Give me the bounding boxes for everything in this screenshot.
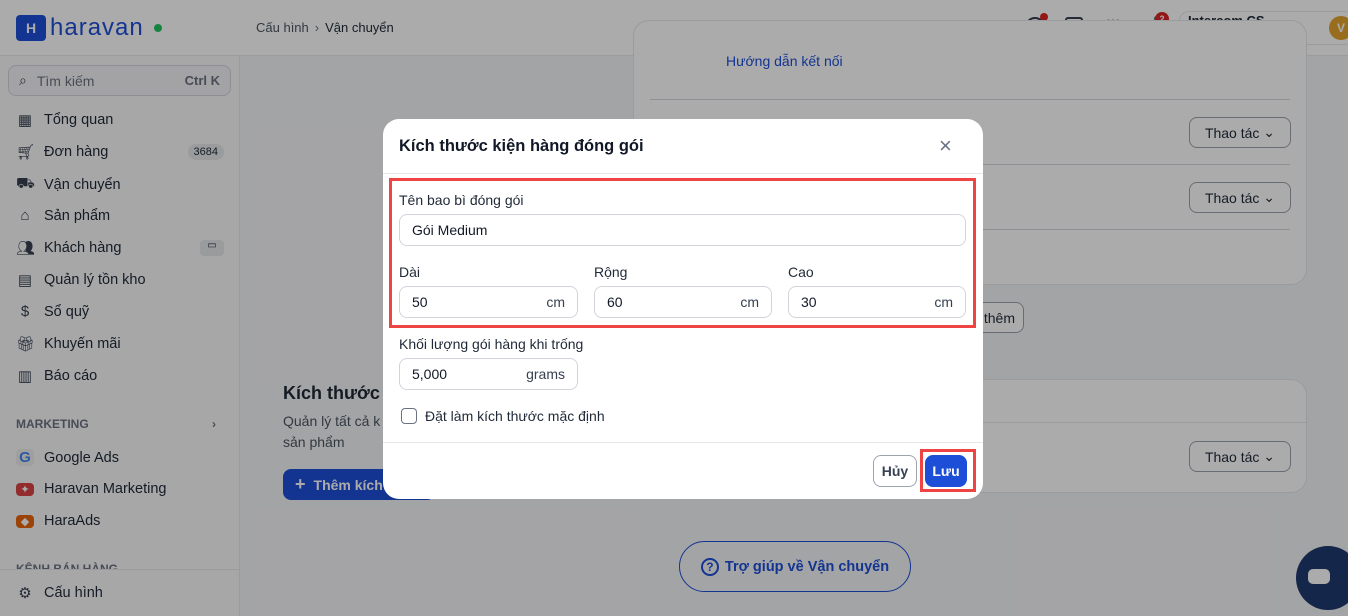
width-value: 60	[607, 294, 623, 310]
divider	[383, 173, 983, 174]
save-label: Lưu	[932, 463, 960, 479]
weight-value: 5,000	[412, 366, 448, 382]
weight-label: Khối lượng gói hàng khi trống	[399, 336, 584, 352]
length-value: 50	[412, 294, 428, 310]
unit-label: cm	[546, 294, 565, 310]
close-icon[interactable]: ×	[939, 133, 952, 159]
height-input[interactable]: 30 cm	[788, 286, 966, 318]
unit-label: cm	[740, 294, 759, 310]
length-label: Dài	[399, 264, 421, 280]
modal-title: Kích thước kiện hàng đóng gói	[399, 137, 644, 155]
checkbox-label: Đặt làm kích thước mặc định	[425, 408, 605, 424]
checkbox-box[interactable]	[401, 408, 417, 424]
default-size-checkbox[interactable]: Đặt làm kích thước mặc định	[401, 408, 605, 424]
package-name-value: Gói Medium	[412, 222, 488, 238]
cancel-label: Hủy	[881, 463, 909, 479]
height-label: Cao	[788, 264, 814, 280]
package-name-label: Tên bao bì đóng gói	[399, 192, 524, 208]
length-input[interactable]: 50 cm	[399, 286, 578, 318]
unit-label: cm	[934, 294, 953, 310]
save-button[interactable]: Lưu	[925, 455, 967, 487]
package-name-input[interactable]: Gói Medium	[399, 214, 966, 246]
weight-input[interactable]: 5,000 grams	[399, 358, 578, 390]
width-label: Rộng	[594, 264, 628, 280]
package-size-modal: Kích thước kiện hàng đóng gói × Tên bao …	[383, 119, 983, 499]
unit-label: grams	[526, 366, 565, 382]
width-input[interactable]: 60 cm	[594, 286, 772, 318]
height-value: 30	[801, 294, 817, 310]
cancel-button[interactable]: Hủy	[873, 455, 917, 487]
divider	[383, 442, 983, 443]
